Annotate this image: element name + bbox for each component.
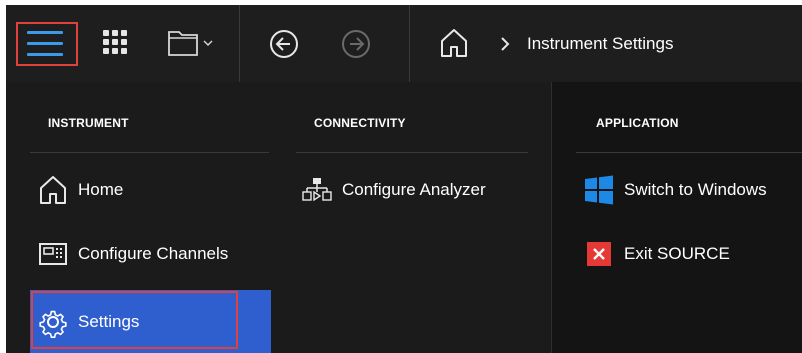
breadcrumb-current: Instrument Settings — [527, 34, 674, 53]
forward-button[interactable] — [338, 26, 374, 62]
menu-panel-left: INSTRUMENT Home Configure Channels Setti… — [6, 82, 551, 353]
forward-arrow-icon — [342, 30, 370, 58]
section-divider — [296, 152, 528, 153]
menu-panel-right: APPLICATION Switch to Windows Exit SOURC… — [551, 82, 802, 353]
home-breadcrumb-button[interactable] — [436, 24, 472, 62]
hamburger-icon — [27, 28, 63, 58]
section-header-instrument: INSTRUMENT — [48, 116, 129, 130]
breadcrumb-chevron-icon — [501, 37, 510, 51]
settings-highlight — [31, 291, 238, 349]
section-divider — [576, 152, 802, 153]
folder-dropdown-button[interactable] — [162, 25, 218, 61]
menu-item-label: Home — [78, 180, 124, 199]
apps-grid-button[interactable] — [98, 25, 132, 59]
folder-icon — [168, 31, 198, 56]
chevron-down-icon — [203, 40, 213, 46]
windows-icon — [582, 173, 616, 207]
menu-item-label: Exit SOURCE — [624, 244, 730, 263]
channels-icon — [36, 237, 70, 271]
app-window: Instrument Settings INSTRUMENT Home Conf… — [6, 5, 802, 353]
menu-item-exit-source[interactable]: Exit SOURCE — [582, 236, 802, 272]
back-arrow-icon — [270, 30, 298, 58]
toolbar: Instrument Settings — [6, 5, 802, 82]
menu-item-label: Configure Channels — [78, 244, 229, 263]
section-divider — [30, 152, 269, 153]
menu-item-label: Switch to Windows — [624, 180, 767, 199]
close-icon — [582, 237, 616, 271]
grid-icon — [103, 30, 127, 54]
section-header-connectivity: CONNECTIVITY — [314, 116, 406, 130]
menu-item-home[interactable]: Home — [36, 172, 276, 208]
menu-item-switch-to-windows[interactable]: Switch to Windows — [582, 172, 802, 208]
hamburger-menu-button[interactable] — [18, 24, 76, 64]
back-button[interactable] — [266, 26, 302, 62]
home-icon — [441, 29, 467, 57]
network-icon — [300, 173, 334, 207]
menu-item-label: Configure Analyzer — [342, 180, 486, 199]
section-header-application: APPLICATION — [596, 116, 679, 130]
toolbar-separator — [239, 5, 240, 82]
menu-item-configure-analyzer[interactable]: Configure Analyzer — [300, 172, 540, 208]
home-icon — [36, 173, 70, 207]
menu-item-configure-channels[interactable]: Configure Channels — [36, 236, 276, 272]
toolbar-separator — [409, 5, 410, 82]
